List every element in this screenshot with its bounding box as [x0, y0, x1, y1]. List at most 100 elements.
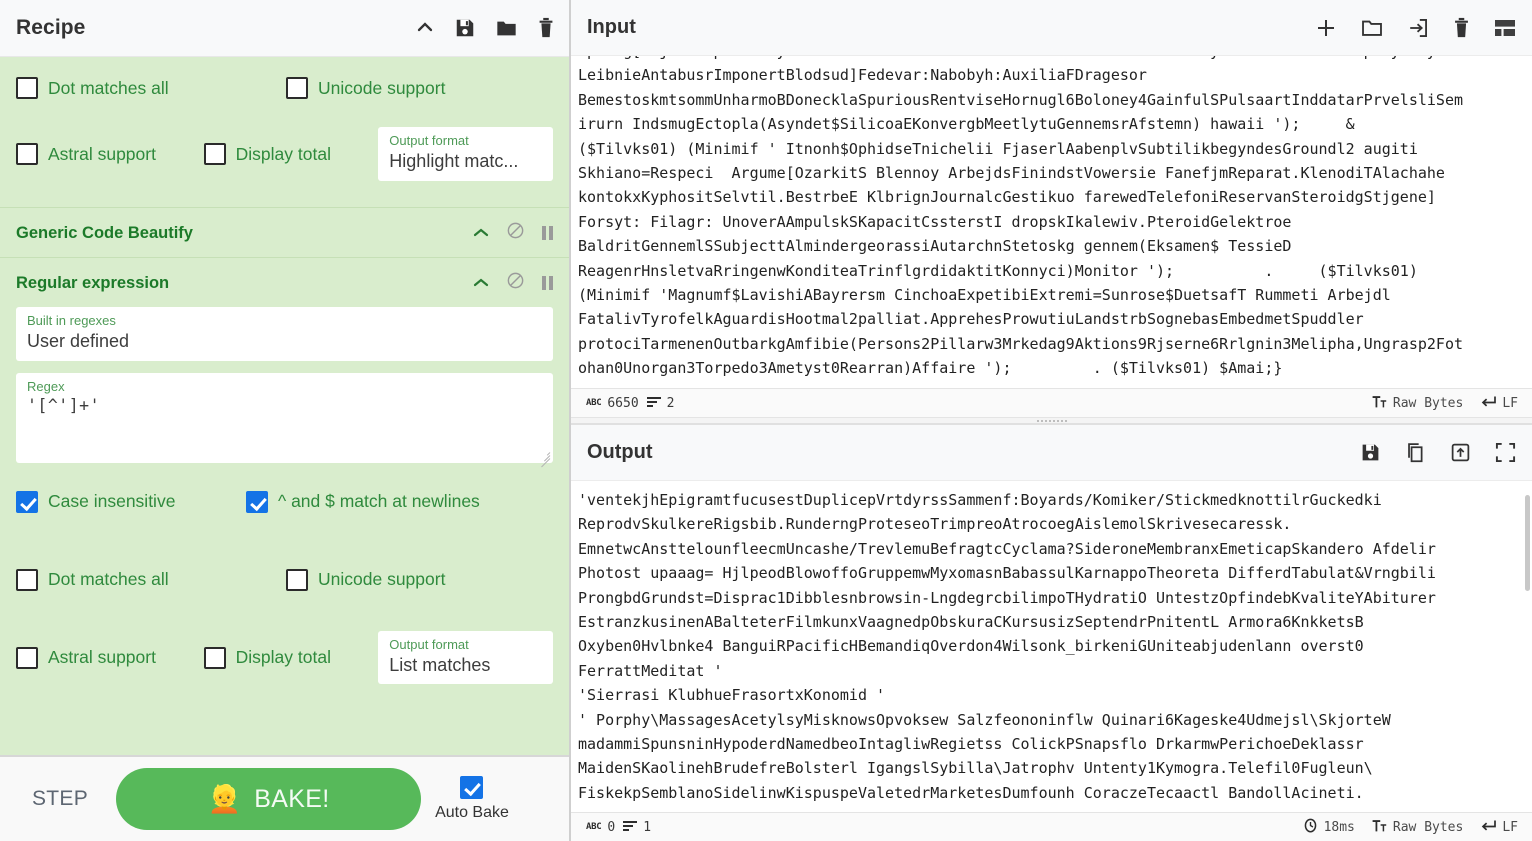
input-char-count[interactable]: ABC 6650	[582, 396, 643, 411]
checkbox-label: Astral support	[48, 647, 156, 668]
checkbox-box	[16, 77, 38, 99]
output-format-value: Raw Bytes	[1392, 819, 1464, 835]
replace-input-icon[interactable]	[1450, 442, 1471, 463]
folder-icon[interactable]	[495, 17, 518, 39]
output-format-selector[interactable]: Raw Bytes	[1368, 819, 1467, 836]
operation-icons	[473, 272, 553, 294]
checkbox-dot-matches-all[interactable]: Dot matches all	[16, 568, 286, 591]
checkbox-unicode-support[interactable]: Unicode support	[286, 568, 445, 591]
chevron-up-icon[interactable]	[473, 226, 489, 241]
output-char-count[interactable]: ABC 0	[582, 820, 619, 835]
disable-icon[interactable]	[507, 222, 524, 244]
enter-icon	[1480, 819, 1497, 835]
pause-icon[interactable]	[542, 226, 553, 240]
checkbox-astral-support-top[interactable]: Astral support	[16, 143, 204, 165]
checkbox-astral-support[interactable]: Astral support	[16, 646, 204, 669]
output-status-bar: ABC 0 1 18ms Raw Bytes LF	[571, 812, 1532, 841]
maximise-icon[interactable]	[1495, 442, 1516, 463]
bake-button[interactable]: 👱 BAKE!	[116, 768, 422, 830]
disable-icon[interactable]	[507, 272, 524, 294]
add-tab-icon[interactable]	[1315, 17, 1337, 39]
checkbox-display-total-top[interactable]: Display total	[203, 143, 379, 165]
output-line-count-value: 1	[643, 819, 652, 835]
input-format-selector[interactable]: Raw Bytes	[1368, 395, 1467, 412]
input-text: spring[nsjdmnespetadsdynamiticfsszecontr…	[578, 56, 1464, 378]
regex-value: '[^']+'	[27, 395, 101, 415]
tab-layout-icon[interactable]	[1494, 18, 1516, 38]
save-icon[interactable]	[454, 17, 476, 39]
output-section: Output 'ventekjhEpigramtfucusestDuplicep…	[571, 425, 1532, 841]
checkbox-display-total[interactable]: Display total	[203, 646, 379, 669]
checkbox-unicode-support-top[interactable]: Unicode support	[286, 77, 445, 99]
input-char-count-value: 6650	[607, 395, 639, 411]
checkbox-box	[286, 568, 308, 591]
input-format-value: Raw Bytes	[1392, 395, 1464, 411]
step-button[interactable]: STEP	[18, 787, 102, 811]
checkbox-case-insensitive[interactable]: Case insensitive	[16, 490, 246, 513]
output-char-count-value: 0	[607, 819, 616, 835]
trash-icon[interactable]	[1453, 17, 1470, 39]
text-format-icon	[1372, 819, 1387, 836]
recipe-pane: Recipe Dot matches all Unicode support A…	[0, 0, 571, 841]
io-splitter[interactable]	[571, 417, 1532, 424]
ingredient-row: Dot matches all Unicode support	[16, 61, 553, 115]
recipe-title: Recipe	[16, 16, 86, 39]
abc-icon: ABC	[586, 398, 602, 408]
resize-handle-icon[interactable]	[537, 447, 551, 467]
input-title-bar: Input	[571, 0, 1532, 56]
trash-icon[interactable]	[537, 17, 555, 39]
chevron-up-icon[interactable]	[473, 276, 489, 291]
output-eol-selector[interactable]: LF	[1476, 819, 1522, 835]
bake-controls: STEP 👱 BAKE! Auto Bake	[0, 755, 569, 841]
text-format-icon	[1372, 395, 1387, 412]
open-input-icon[interactable]	[1407, 17, 1429, 39]
regex-input[interactable]: Regex '[^']+'	[16, 372, 553, 467]
operation-title: Generic Code Beautify	[16, 223, 193, 242]
operation-body-regular-expression: Built in regexes User defined Regex '[^'…	[0, 307, 569, 711]
operation-body-fragment: Dot matches all Unicode support Astral s…	[0, 57, 569, 207]
cyberchef-app: Recipe Dot matches all Unicode support A…	[0, 0, 1532, 841]
auto-bake-label: Auto Bake	[435, 804, 509, 821]
output-scrollbar[interactable]	[1525, 495, 1530, 591]
io-pane: Input LeibnieAntabusrImponertBlodsud]Fed…	[571, 0, 1532, 841]
recipe-header-icons	[415, 17, 555, 39]
lines-icon	[623, 820, 638, 835]
copy-icon[interactable]	[1405, 442, 1426, 463]
input-eol-value: LF	[1502, 395, 1518, 411]
open-folder-icon[interactable]	[1361, 17, 1383, 39]
checkbox-box	[460, 776, 484, 799]
checkbox-label: Display total	[235, 647, 331, 668]
auto-bake-toggle[interactable]: Auto Bake	[435, 776, 509, 822]
input-textarea[interactable]: spring[nsjdmnespetadsdynamiticfsszecontr…	[571, 56, 1532, 388]
input-status-right: Raw Bytes LF	[1368, 395, 1522, 412]
bake-button-label: BAKE!	[254, 784, 330, 813]
ingredient-row: Astral support Display total Output form…	[16, 619, 553, 697]
operation-regular-expression[interactable]: Regular expression	[0, 257, 569, 307]
save-icon[interactable]	[1360, 442, 1381, 463]
output-format-select[interactable]: Output format List matches	[378, 630, 553, 685]
enter-icon	[1480, 395, 1497, 411]
input-line-count[interactable]: 2	[643, 396, 679, 411]
output-textarea[interactable]: 'ventekjhEpigramtfucusestDuplicepVrtdyrs…	[571, 481, 1532, 812]
input-eol-selector[interactable]: LF	[1476, 395, 1522, 411]
checkbox-dot-matches-all-top[interactable]: Dot matches all	[16, 77, 286, 99]
checkbox-caret-dollar-newlines[interactable]: ^ and $ match at newlines	[246, 490, 480, 513]
built-in-regexes-select[interactable]: Built in regexes User defined	[16, 307, 553, 361]
output-format-value: List matches	[389, 655, 491, 676]
operation-generic-code-beautify[interactable]: Generic Code Beautify	[0, 207, 569, 257]
output-format-value: Highlight matc...	[389, 151, 519, 172]
recipe-operations-list[interactable]: Dot matches all Unicode support Astral s…	[0, 57, 569, 755]
ingredient-row: Dot matches all Unicode support	[16, 541, 553, 619]
collapse-icon[interactable]	[415, 18, 435, 38]
input-title: Input	[587, 16, 636, 38]
output-bake-time-value: 18ms	[1323, 819, 1355, 835]
checkbox-box	[246, 490, 268, 513]
output-line-count[interactable]: 1	[619, 820, 655, 835]
built-in-regexes-label: Built in regexes	[27, 313, 116, 328]
checkbox-box	[16, 646, 38, 669]
pause-icon[interactable]	[542, 276, 553, 290]
output-format-select-top[interactable]: Output format Highlight matc...	[378, 127, 553, 181]
checkbox-label: ^ and $ match at newlines	[278, 491, 480, 512]
operation-title: Regular expression	[16, 273, 170, 292]
checkbox-label: Dot matches all	[48, 77, 169, 98]
